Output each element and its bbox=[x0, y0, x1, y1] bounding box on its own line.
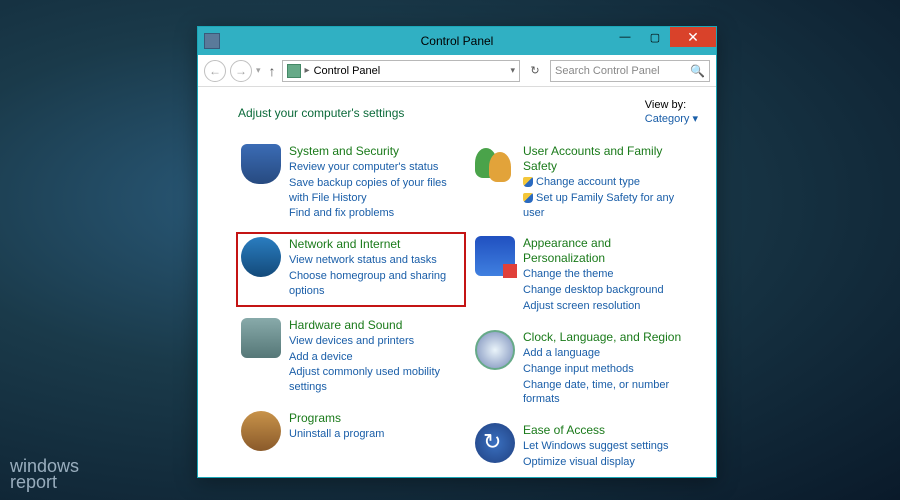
category-system-security: System and Security Review your computer… bbox=[238, 141, 464, 224]
monitor-icon bbox=[475, 236, 515, 276]
link-resolution[interactable]: Adjust screen resolution bbox=[523, 299, 695, 314]
right-column: User Accounts and Family Safety Change a… bbox=[472, 141, 698, 473]
link-system-security[interactable]: System and Security bbox=[289, 144, 399, 158]
breadcrumb[interactable]: Control Panel bbox=[314, 65, 381, 77]
link-programs[interactable]: Programs bbox=[289, 411, 341, 425]
link-uninstall[interactable]: Uninstall a program bbox=[289, 427, 461, 442]
link-add-language[interactable]: Add a language bbox=[523, 346, 695, 361]
category-ease-of-access: Ease of Access Let Windows suggest setti… bbox=[472, 420, 698, 473]
history-dropdown[interactable]: ▾ bbox=[256, 65, 261, 76]
uac-shield-icon bbox=[523, 177, 533, 187]
back-button[interactable]: ← bbox=[204, 60, 226, 82]
link-appearance[interactable]: Appearance and Personalization bbox=[523, 236, 611, 265]
category-user-accounts: User Accounts and Family Safety Change a… bbox=[472, 141, 698, 224]
clock-icon bbox=[475, 330, 515, 370]
category-network-internet: Network and Internet View network status… bbox=[236, 232, 466, 307]
link-file-history[interactable]: Save backup copies of your files with Fi… bbox=[289, 176, 461, 206]
page-watermark: windows report bbox=[10, 458, 79, 490]
link-review-status[interactable]: Review your computer's status bbox=[289, 160, 461, 175]
search-icon: 🔍 bbox=[690, 64, 705, 78]
category-hardware-sound: Hardware and Sound View devices and prin… bbox=[238, 315, 464, 398]
close-button[interactable]: ✕ bbox=[670, 27, 716, 47]
navigation-bar: ← → ▾ ↑ ▸ Control Panel ▾ ↻ Search Contr… bbox=[198, 55, 716, 87]
link-user-accounts[interactable]: User Accounts and Family Safety bbox=[523, 144, 662, 173]
ease-icon bbox=[475, 423, 515, 463]
chevron-right-icon: ▸ bbox=[305, 65, 310, 76]
category-appearance: Appearance and Personalization Change th… bbox=[472, 233, 698, 317]
link-devices[interactable]: View devices and printers bbox=[289, 334, 461, 349]
link-date-time[interactable]: Change date, time, or number formats bbox=[523, 378, 695, 408]
control-panel-path-icon bbox=[287, 64, 301, 78]
titlebar[interactable]: Control Panel — ▢ ✕ bbox=[198, 27, 716, 55]
link-network-status[interactable]: View network status and tasks bbox=[289, 253, 461, 268]
page-heading: Adjust your computer's settings bbox=[238, 106, 404, 120]
forward-button[interactable]: → bbox=[230, 60, 252, 82]
link-ease-of-access[interactable]: Ease of Access bbox=[523, 423, 605, 437]
uac-shield-icon bbox=[523, 193, 533, 203]
link-visual-display[interactable]: Optimize visual display bbox=[523, 455, 695, 470]
link-background[interactable]: Change desktop background bbox=[523, 283, 695, 298]
users-icon bbox=[475, 144, 515, 184]
link-input-methods[interactable]: Change input methods bbox=[523, 362, 695, 377]
left-column: System and Security Review your computer… bbox=[238, 141, 464, 473]
refresh-button[interactable]: ↻ bbox=[524, 60, 546, 82]
shield-icon bbox=[241, 144, 281, 184]
link-suggest-settings[interactable]: Let Windows suggest settings bbox=[523, 439, 695, 454]
address-dropdown-icon[interactable]: ▾ bbox=[510, 65, 515, 76]
globe-icon bbox=[241, 237, 281, 277]
link-add-device[interactable]: Add a device bbox=[289, 350, 461, 365]
address-bar[interactable]: ▸ Control Panel ▾ bbox=[282, 60, 520, 82]
link-change-account[interactable]: Change account type bbox=[523, 175, 695, 190]
category-programs: Programs Uninstall a program bbox=[238, 408, 464, 454]
printer-icon bbox=[241, 318, 281, 358]
link-clock-language[interactable]: Clock, Language, and Region bbox=[523, 330, 681, 344]
control-panel-icon bbox=[204, 33, 220, 49]
maximize-button[interactable]: ▢ bbox=[640, 27, 670, 47]
view-by: View by: Category ▾ bbox=[645, 99, 698, 127]
link-fix-problems[interactable]: Find and fix problems bbox=[289, 206, 461, 221]
search-input[interactable]: Search Control Panel 🔍 bbox=[550, 60, 710, 82]
link-mobility[interactable]: Adjust commonly used mobility settings bbox=[289, 365, 461, 395]
link-theme[interactable]: Change the theme bbox=[523, 267, 695, 282]
up-button[interactable]: ↑ bbox=[269, 63, 276, 79]
content-pane: Adjust your computer's settings View by:… bbox=[198, 87, 716, 477]
disc-icon bbox=[241, 411, 281, 451]
link-network-internet[interactable]: Network and Internet bbox=[289, 237, 400, 251]
link-hardware-sound[interactable]: Hardware and Sound bbox=[289, 318, 402, 332]
minimize-button[interactable]: — bbox=[610, 27, 640, 47]
link-homegroup[interactable]: Choose homegroup and sharing options bbox=[289, 269, 461, 299]
view-by-dropdown[interactable]: Category ▾ bbox=[645, 112, 698, 127]
control-panel-window: Control Panel — ▢ ✕ ← → ▾ ↑ ▸ Control Pa… bbox=[197, 26, 717, 478]
link-family-safety[interactable]: Set up Family Safety for any user bbox=[523, 191, 695, 221]
category-clock-language: Clock, Language, and Region Add a langua… bbox=[472, 327, 698, 410]
search-placeholder: Search Control Panel bbox=[555, 65, 690, 77]
